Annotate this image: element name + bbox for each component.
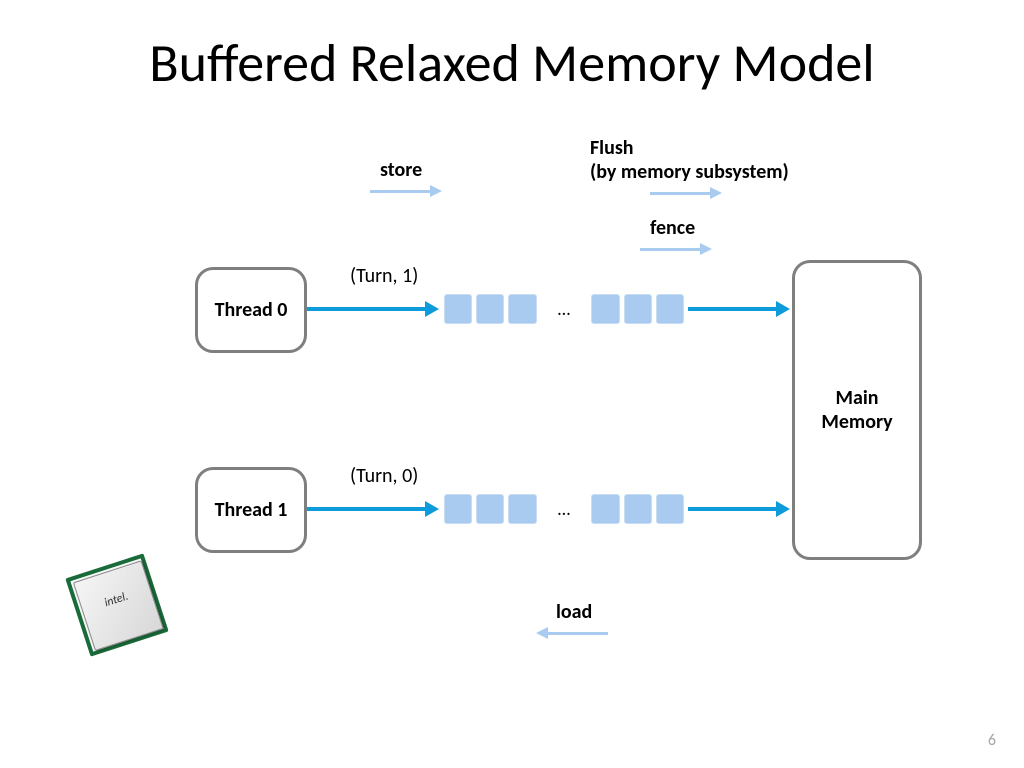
buffer-cell — [624, 294, 652, 324]
buffer1: … — [440, 491, 688, 527]
turn0-label: (Turn, 0) — [350, 464, 418, 488]
main-memory-label: Main Memory — [821, 386, 892, 434]
store-label: store — [380, 158, 422, 182]
buffer0: … — [440, 291, 688, 327]
buffer-cell — [476, 494, 504, 524]
buffer-cell — [508, 494, 536, 524]
flush-label: Flush (by memory subsystem) — [590, 136, 789, 184]
cpu-chip-icon: intel. — [60, 548, 173, 661]
turn1-label: (Turn, 1) — [350, 264, 418, 288]
buffer-ellipsis: … — [541, 498, 588, 520]
buffer-cell — [624, 494, 652, 524]
buffer-cell — [656, 494, 684, 524]
main-memory-box: Main Memory — [792, 260, 922, 560]
buffer-cell — [591, 494, 619, 524]
thread0-box: Thread 0 — [195, 267, 307, 353]
arrow-thread1-to-buffer — [307, 507, 425, 511]
buffer-cell — [656, 294, 684, 324]
buffer-cell — [508, 294, 536, 324]
arrow-buffer0-to-mem — [688, 307, 776, 311]
page-number: 6 — [988, 731, 996, 750]
flush-arrow-icon — [650, 192, 710, 195]
buffer-cell — [591, 294, 619, 324]
buffer-ellipsis: … — [541, 298, 588, 320]
fence-arrow-icon — [640, 248, 700, 251]
thread0-label: Thread 0 — [215, 298, 288, 322]
store-arrow-icon — [370, 190, 430, 193]
buffer-cell — [476, 294, 504, 324]
load-arrow-icon — [548, 632, 608, 635]
thread1-label: Thread 1 — [215, 498, 288, 522]
buffer-cell — [444, 494, 472, 524]
slide-title: Buffered Relaxed Memory Model — [0, 30, 1024, 96]
arrow-thread0-to-buffer — [307, 307, 425, 311]
load-label: load — [556, 600, 592, 624]
chip-brand-label: intel. — [81, 582, 152, 617]
arrow-buffer1-to-mem — [688, 507, 776, 511]
buffer-cell — [444, 294, 472, 324]
fence-label: fence — [650, 216, 695, 240]
thread1-box: Thread 1 — [195, 467, 307, 553]
